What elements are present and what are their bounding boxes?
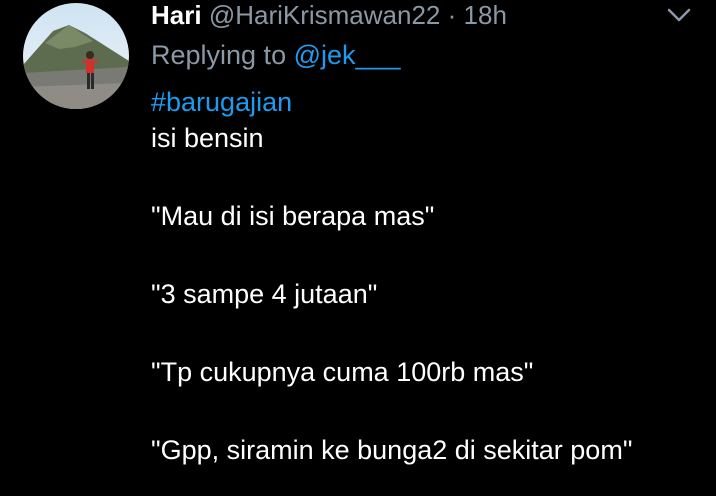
avatar[interactable]: [23, 3, 129, 109]
mention-link[interactable]: @jek___: [294, 40, 401, 70]
tweet-text-line: "Tp cukupnya cuma 100rb mas": [151, 357, 534, 387]
chevron-down-icon[interactable]: [666, 5, 692, 25]
author-handle[interactable]: @HariKrismawan22: [209, 0, 441, 30]
tweet-body: #barugajian isi bensin "Mau di isi berap…: [151, 84, 706, 468]
separator-dot: ·: [447, 0, 457, 30]
tweet-text-line: isi bensin: [151, 123, 264, 153]
tweet-text-line: "Mau di isi berapa mas": [151, 201, 435, 231]
tweet-text-line: "Gpp, siramin ke bunga2 di sekitar pom": [151, 435, 633, 465]
tweet: Hari @HariKrismawan22 · 18h Replying to …: [0, 0, 716, 496]
replying-to-label: Replying to: [151, 40, 294, 70]
timestamp[interactable]: 18h: [464, 0, 507, 30]
tweet-header: Hari @HariKrismawan22 · 18h: [151, 0, 507, 30]
replying-to: Replying to @jek___: [151, 38, 401, 72]
tweet-text-line: "3 sampe 4 jutaan": [151, 279, 378, 309]
hashtag-link[interactable]: #barugajian: [151, 84, 706, 120]
author-name[interactable]: Hari: [151, 0, 202, 30]
